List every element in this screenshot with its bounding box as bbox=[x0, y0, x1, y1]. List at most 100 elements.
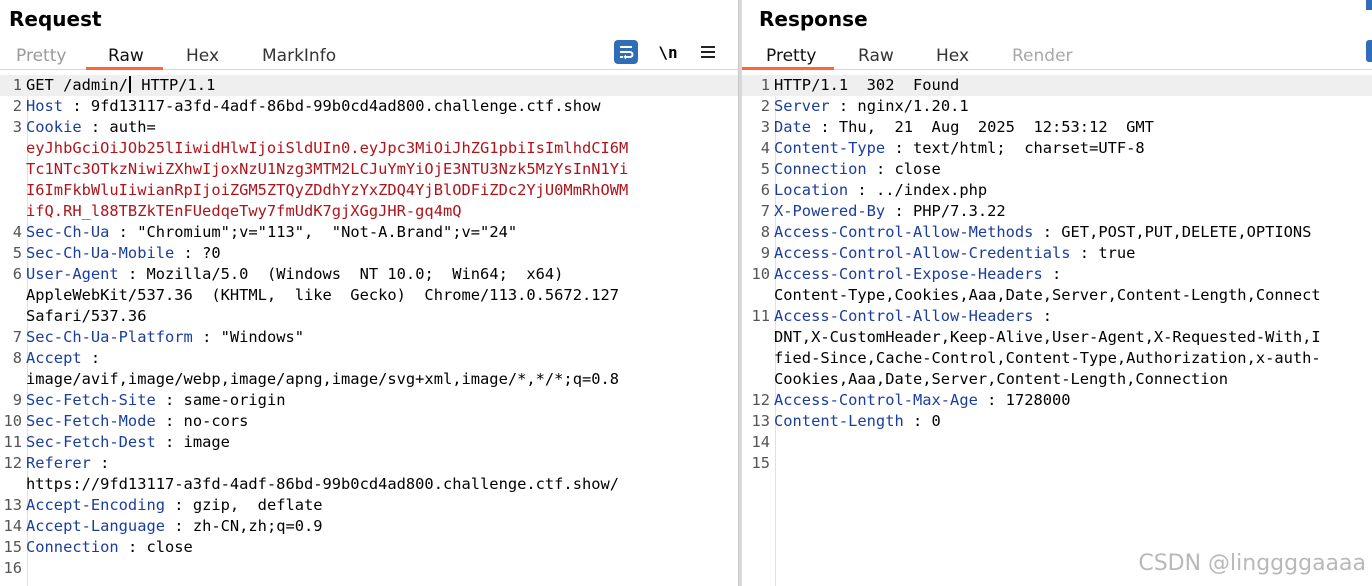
header-name: User-Agent bbox=[26, 265, 119, 283]
line-number: 5 bbox=[760, 160, 770, 178]
code-line: AppleWebKit/537.36 (KHTML, like Gecko) C… bbox=[0, 285, 738, 306]
code-line: 5 Connection : close bbox=[742, 159, 1372, 180]
code-line: 3 Date : Thu, 21 Aug 2025 12:53:12 GMT bbox=[742, 117, 1372, 138]
line-text: Sec-Fetch-Site : same-origin bbox=[22, 390, 285, 411]
cookie-token-value: I6ImFkbWluIiwianRpIjoiZGM5ZTQyZDdhYzYxZD… bbox=[26, 181, 629, 199]
header-name: Server bbox=[774, 97, 830, 115]
line-text: Access-Control-Allow-Headers : bbox=[770, 306, 1052, 327]
request-line-version: HTTP/1.1 bbox=[131, 76, 216, 94]
header-name: Accept-Language bbox=[26, 517, 165, 535]
line-number: 9 bbox=[760, 244, 770, 262]
line-text: Content-Type : text/html; charset=UTF-8 bbox=[770, 138, 1145, 159]
line-number: 3 bbox=[760, 118, 770, 136]
header-separator: : bbox=[174, 244, 193, 262]
code-line: 15 Connection : close bbox=[0, 537, 738, 558]
code-line: 7 X-Powered-By : PHP/7.3.22 bbox=[742, 201, 1372, 222]
header-name: X-Powered-By bbox=[774, 202, 886, 220]
code-line: Safari/537.36 bbox=[0, 306, 738, 327]
header-separator: : bbox=[1070, 244, 1090, 262]
plain-text: https://9fd13117-a3fd-4adf-86bd-99b0cd4a… bbox=[26, 475, 620, 493]
header-separator: : bbox=[165, 517, 184, 535]
line-number: 11 bbox=[3, 433, 22, 451]
plain-text: Cookies,Aaa,Date,Server,Content-Length,C… bbox=[774, 370, 1229, 388]
tab-raw[interactable]: Raw bbox=[108, 46, 144, 66]
code-line: Content-Type,Cookies,Aaa,Date,Server,Con… bbox=[742, 285, 1372, 306]
line-number: 10 bbox=[751, 265, 770, 283]
header-separator: : bbox=[1042, 265, 1062, 283]
line-text: Access-Control-Allow-Credentials : true bbox=[770, 243, 1135, 264]
line-text: GET /admin/ HTTP/1.1 bbox=[22, 75, 215, 96]
header-name: Access-Control-Max-Age bbox=[774, 391, 978, 409]
header-name: Sec-Ch-Ua-Mobile bbox=[26, 244, 175, 262]
line-number: 12 bbox=[3, 454, 22, 472]
header-name: Access-Control-Allow-Credentials bbox=[774, 244, 1071, 262]
tab-hex[interactable]: Hex bbox=[936, 46, 969, 66]
header-name: Access-Control-Allow-Headers bbox=[774, 307, 1034, 325]
wrap-lines-icon[interactable] bbox=[1366, 40, 1372, 62]
header-name: Connection bbox=[774, 160, 867, 178]
collapse-handle-icon[interactable] bbox=[1366, 0, 1372, 10]
wrap-lines-icon[interactable] bbox=[614, 40, 638, 64]
line-number: 11 bbox=[751, 307, 770, 325]
line-text: fied-Since,Cache-Control,Content-Type,Au… bbox=[770, 348, 1321, 369]
line-text: Safari/537.36 bbox=[22, 306, 146, 327]
header-separator: : bbox=[90, 454, 110, 472]
header-value: image bbox=[174, 433, 230, 451]
code-line: Cookies,Aaa,Date,Server,Content-Length,C… bbox=[742, 369, 1372, 390]
request-editor[interactable]: 1 GET /admin/ HTTP/1.1 2 Host : 9fd13117-a3… bbox=[0, 75, 738, 586]
header-value: PHP/7.3.22 bbox=[903, 202, 1006, 220]
line-number: 14 bbox=[3, 517, 22, 535]
request-pane: Request Pretty Raw Hex MarkInfo \n 1 GET … bbox=[0, 0, 738, 586]
plain-text: Safari/537.36 bbox=[26, 307, 147, 325]
tab-render[interactable]: Render bbox=[1012, 46, 1073, 66]
header-separator: : bbox=[109, 223, 128, 241]
header-separator: : bbox=[165, 496, 184, 514]
tab-markinfo[interactable]: MarkInfo bbox=[262, 46, 336, 66]
code-line: I6ImFkbWluIiwianRpIjoiZGM5ZTQyZDdhYzYxZD… bbox=[0, 180, 738, 201]
line-number: 5 bbox=[12, 244, 22, 262]
line-text: Content-Type,Cookies,Aaa,Date,Server,Con… bbox=[770, 285, 1321, 306]
line-number: 16 bbox=[3, 559, 22, 577]
line-text: I6ImFkbWluIiwianRpIjoiZGM5ZTQyZDdhYzYxZD… bbox=[22, 180, 628, 201]
line-text: Cookies,Aaa,Date,Server,Content-Length,C… bbox=[770, 369, 1228, 390]
line-text: image/avif,image/webp,image/apng,image/s… bbox=[22, 369, 619, 390]
line-text: HTTP/1.1 302 Found bbox=[770, 75, 959, 96]
header-separator: : bbox=[977, 391, 997, 409]
header-name: Accept bbox=[26, 349, 82, 367]
line-number: 8 bbox=[760, 223, 770, 241]
plain-text: HTTP/1.1 302 Found bbox=[774, 76, 960, 94]
header-separator: : bbox=[885, 139, 904, 157]
header-separator: : bbox=[118, 538, 138, 556]
hamburger-menu-icon[interactable] bbox=[696, 40, 720, 64]
line-number: 2 bbox=[12, 97, 22, 115]
tab-raw[interactable]: Raw bbox=[858, 46, 894, 66]
line-number: 14 bbox=[751, 433, 770, 451]
header-value: zh-CN,zh;q=0.9 bbox=[183, 517, 323, 535]
tab-pretty[interactable]: Pretty bbox=[16, 46, 66, 66]
response-editor[interactable]: 1 HTTP/1.1 302 Found 2 Server : nginx/1.20.… bbox=[742, 75, 1372, 586]
header-value: close bbox=[137, 538, 193, 556]
header-value: ?0 bbox=[192, 244, 221, 262]
line-text: Server : nginx/1.20.1 bbox=[770, 96, 969, 117]
code-line: 3 Cookie : auth= bbox=[0, 117, 738, 138]
code-line: 2 Host : 9fd13117-a3fd-4adf-86bd-99b0cd4a… bbox=[0, 96, 738, 117]
header-name: Referer bbox=[26, 454, 91, 472]
tab-pretty[interactable]: Pretty bbox=[766, 46, 816, 66]
code-line: 10 Sec-Fetch-Mode : no-cors bbox=[0, 411, 738, 432]
header-value: "Windows" bbox=[211, 328, 305, 346]
line-text: Connection : close bbox=[22, 537, 193, 558]
header-name: Content-Length bbox=[774, 412, 904, 430]
code-line: Tc1NTc3OTkzNiwiZXhwIjoxNzU1Nzg3MTM2LCJuY… bbox=[0, 159, 738, 180]
header-separator: : bbox=[903, 412, 923, 430]
tab-hex[interactable]: Hex bbox=[186, 46, 219, 66]
active-tab-indicator bbox=[86, 67, 163, 70]
header-separator: : bbox=[155, 391, 175, 409]
code-line: 7 Sec-Ch-Ua-Platform : "Windows" bbox=[0, 327, 738, 348]
line-text bbox=[770, 453, 774, 474]
line-text: Tc1NTc3OTkzNiwiZXhwIjoxNzU1Nzg3MTM2LCJuY… bbox=[22, 159, 628, 180]
line-number: 12 bbox=[751, 391, 770, 409]
request-line-method: GET /admin/ bbox=[26, 76, 128, 94]
line-number: 13 bbox=[751, 412, 770, 430]
newline-toggle-icon[interactable]: \n bbox=[656, 40, 680, 64]
header-name: Connection bbox=[26, 538, 119, 556]
